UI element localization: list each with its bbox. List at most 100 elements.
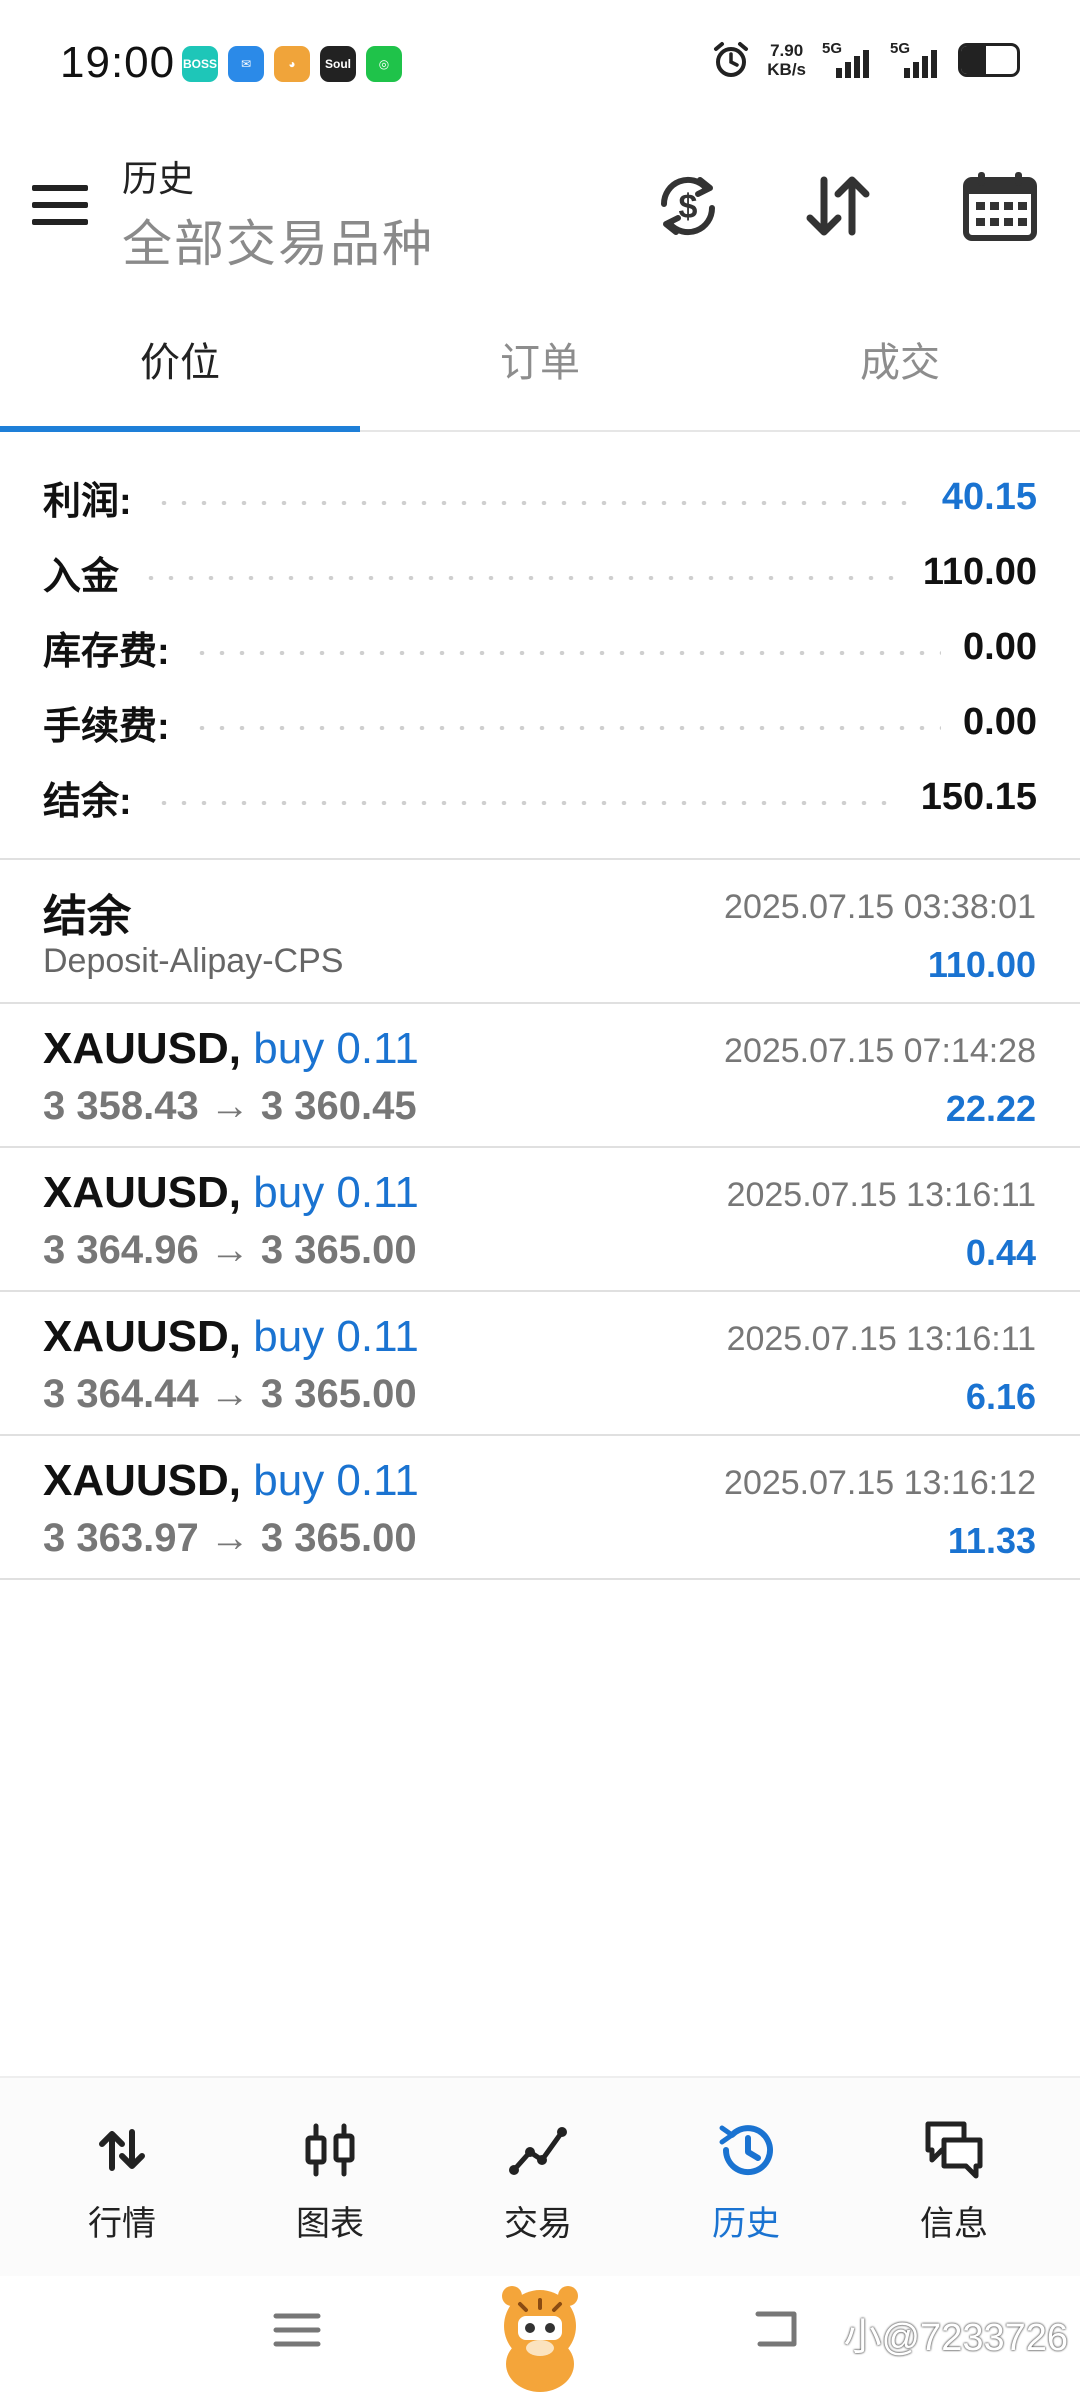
signal-icon-2: 5G — [890, 40, 942, 78]
summary-commission: 手续费: 0.00 — [0, 685, 1080, 760]
quotes-icon — [99, 2129, 145, 2171]
summary-label: 入金 — [43, 556, 120, 598]
deal-time: 2025.07.15 13:16:11 — [726, 1176, 1036, 1214]
nav-trade[interactable]: 交易 — [458, 2118, 618, 2245]
deal-symbol: XAUUSD, — [43, 1312, 242, 1361]
signal-label-1: 5G — [822, 40, 843, 57]
deal-profit: 6.16 — [965, 1376, 1036, 1417]
currency-exchange-icon[interactable]: $ — [650, 168, 726, 244]
summary-label: 结余: — [43, 781, 132, 823]
recents-menu-icon[interactable] — [272, 2310, 322, 2350]
alarm-icon — [714, 42, 749, 77]
deal-title: XAUUSD, buy 0.11 — [43, 1168, 419, 1218]
deal-direction: buy 0.11 — [253, 1024, 419, 1073]
summary-value: 110.00 — [922, 551, 1037, 593]
deal-prices: 3 364.96 → 3 365.00 — [43, 1228, 417, 1272]
deal-profit: 22.22 — [945, 1088, 1036, 1129]
calendar-icon[interactable] — [960, 168, 1040, 244]
status-time: 19:00 — [60, 38, 176, 87]
deal-time: 2025.07.15 13:16:12 — [724, 1464, 1036, 1502]
summary-swap: 库存费: 0.00 — [0, 610, 1080, 685]
entry-time: 2025.07.15 03:38:01 — [724, 888, 1036, 926]
entry-amount: 110.00 — [927, 944, 1036, 985]
deal-profit: 11.33 — [947, 1520, 1036, 1561]
balance-comment: Deposit-Alipay-CPS — [43, 942, 344, 980]
app-header: 历史 全部交易品种 $ — [0, 130, 1080, 280]
svg-text:$: $ — [679, 188, 698, 226]
deal-profit: 0.44 — [965, 1232, 1036, 1273]
history-summary: 利润: 40.15 入金 110.00 库存费: 0.00 手续费: 0.00 … — [0, 460, 1080, 835]
summary-label: 利润: — [43, 481, 132, 523]
nav-history[interactable]: 历史 — [666, 2118, 826, 2245]
dotted-leader — [191, 650, 942, 655]
tab-orders[interactable]: 订单 — [360, 330, 720, 388]
summary-profit: 利润: 40.15 — [0, 460, 1080, 535]
summary-deposit: 入金 110.00 — [0, 535, 1080, 610]
tab-indicator — [0, 426, 360, 432]
status-bar: 19:00 BOSS ✉ ◕ Soul ◎ 7.90 KB/s 5G 5G — [0, 0, 1080, 130]
deal-prices: 3 364.44 → 3 365.00 — [43, 1372, 417, 1416]
deal-direction: buy 0.11 — [253, 1312, 419, 1361]
tab-deals[interactable]: 成交 — [720, 330, 1080, 388]
deal-title: XAUUSD, buy 0.11 — [43, 1024, 419, 1074]
signal-label-2: 5G — [890, 40, 911, 57]
deal-time: 2025.07.15 07:14:28 — [724, 1032, 1036, 1070]
summary-balance: 结余: 150.15 — [0, 760, 1080, 835]
net-speed: 7.90 KB/s — [767, 41, 806, 79]
dotted-leader — [153, 500, 920, 505]
deal-symbol: XAUUSD, — [43, 1024, 242, 1073]
deal-row[interactable]: XAUUSD, buy 0.11 3 363.97 → 3 365.00 202… — [0, 1436, 1080, 1580]
nav-chart[interactable]: 图表 — [250, 2118, 410, 2245]
nav-label: 历史 — [712, 2205, 780, 2243]
dotted-leader — [153, 800, 899, 805]
deal-row[interactable]: XAUUSD, buy 0.11 3 364.44 → 3 365.00 202… — [0, 1292, 1080, 1436]
dotted-leader — [141, 575, 901, 580]
nav-messages[interactable]: 信息 — [874, 2118, 1034, 2245]
deal-row[interactable]: XAUUSD, buy 0.11 3 358.43 → 3 360.45 202… — [0, 1004, 1080, 1148]
net-speed-value: 7.90 — [770, 41, 804, 60]
summary-value: 40.15 — [941, 476, 1037, 518]
nav-label: 图表 — [296, 2205, 364, 2243]
battery-level — [961, 46, 987, 74]
back-icon[interactable] — [750, 2306, 802, 2352]
nav-label: 交易 — [504, 2205, 572, 2243]
tiger-app-icon: ◕ — [274, 46, 310, 82]
watermark-text: 小@7233726 — [843, 2317, 1068, 2359]
deal-title: XAUUSD, buy 0.11 — [43, 1456, 419, 1506]
deal-symbol: XAUUSD, — [43, 1456, 242, 1505]
deal-direction: buy 0.11 — [253, 1456, 419, 1505]
net-speed-unit: KB/s — [767, 60, 806, 79]
history-icon — [719, 2125, 773, 2176]
sort-icon[interactable] — [800, 168, 876, 244]
balance-entry[interactable]: 结余 Deposit-Alipay-CPS 2025.07.15 03:38:0… — [0, 860, 1080, 1004]
balance-title: 结余 — [43, 892, 131, 941]
summary-value: 0.00 — [963, 701, 1037, 743]
menu-icon[interactable] — [32, 185, 88, 225]
nav-quotes[interactable]: 行情 — [42, 2118, 202, 2245]
bottom-navigation: 行情 图表 交易 历史 信息 — [0, 2076, 1080, 2276]
mail-app-icon: ✉ — [228, 46, 264, 82]
status-app-icons: BOSS ✉ ◕ Soul ◎ — [182, 46, 402, 82]
tab-positions[interactable]: 价位 — [0, 330, 360, 388]
nav-label: 行情 — [88, 2205, 156, 2243]
deal-direction: buy 0.11 — [253, 1168, 419, 1217]
nav-label: 信息 — [920, 2205, 988, 2243]
deal-row[interactable]: XAUUSD, buy 0.11 3 364.96 → 3 365.00 202… — [0, 1148, 1080, 1292]
dotted-leader — [191, 725, 942, 730]
chart-icon — [305, 2123, 355, 2177]
deal-title: XAUUSD, buy 0.11 — [43, 1312, 419, 1362]
system-navigation-bar: 小@7233726 — [0, 2276, 1080, 2392]
summary-label: 库存费: — [43, 631, 170, 673]
symbol-filter[interactable]: 全部交易品种 — [122, 204, 434, 276]
summary-value: 150.15 — [920, 776, 1037, 818]
page-title: 历史 — [122, 158, 195, 199]
wechat-app-icon: ◎ — [366, 46, 402, 82]
battery-icon — [958, 43, 1020, 77]
history-list: 结余 Deposit-Alipay-CPS 2025.07.15 03:38:0… — [0, 860, 1080, 1580]
home-mascot-icon[interactable] — [490, 2286, 590, 2392]
summary-label: 手续费: — [43, 706, 170, 748]
trade-icon — [509, 2127, 567, 2175]
deal-time: 2025.07.15 13:16:11 — [726, 1320, 1036, 1358]
history-tabs: 价位 订单 成交 — [0, 300, 1080, 432]
soul-app-icon: Soul — [320, 46, 356, 82]
